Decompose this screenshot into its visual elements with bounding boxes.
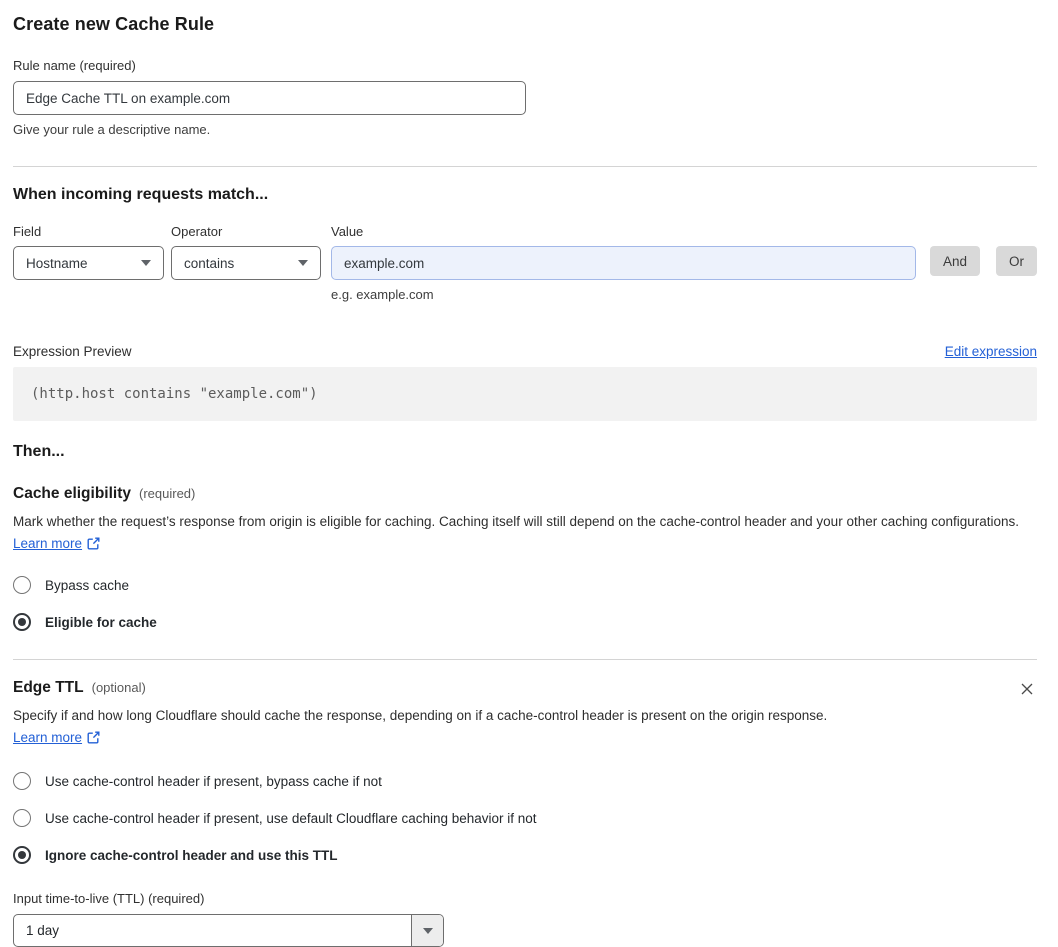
- cache-eligibility-heading: Cache eligibility: [13, 485, 132, 502]
- value-input-text: example.com: [344, 255, 425, 271]
- learn-more-link[interactable]: Learn more: [13, 730, 82, 745]
- chevron-down-icon: [141, 260, 151, 266]
- rule-name-value: Edge Cache TTL on example.com: [26, 90, 231, 106]
- edge-ttl-heading: Edge TTL: [13, 679, 84, 696]
- field-label: Field: [13, 224, 42, 239]
- radio-label: Eligible for cache: [45, 614, 157, 630]
- radio-icon: [13, 809, 31, 827]
- cache-eligibility-required-badge: (required): [139, 486, 196, 501]
- then-heading: Then...: [13, 443, 65, 460]
- page-title: Create new Cache Rule: [13, 14, 215, 34]
- chevron-down-icon: [422, 927, 433, 934]
- edit-expression-link[interactable]: Edit expression: [945, 344, 1037, 359]
- close-icon[interactable]: [1017, 679, 1037, 699]
- match-builder-row: Field Hostname Operator contains Value e…: [13, 224, 1038, 302]
- value-help: e.g. example.com: [331, 287, 434, 302]
- edge-ttl-optional-badge: (optional): [91, 680, 146, 695]
- rule-name-help: Give your rule a descriptive name.: [13, 122, 211, 137]
- radio-label: Use cache-control header if present, use…: [45, 810, 537, 826]
- match-heading: When incoming requests match...: [13, 186, 269, 203]
- divider: [13, 659, 1037, 660]
- edge-ttl-description-text: Specify if and how long Cloudflare shoul…: [13, 708, 828, 723]
- cache-eligibility-description: Mark whether the request’s response from…: [13, 511, 1029, 555]
- radio-use-header-bypass[interactable]: Use cache-control header if present, byp…: [13, 772, 1037, 790]
- or-button[interactable]: Or: [996, 246, 1038, 276]
- and-button[interactable]: And: [929, 246, 981, 276]
- rule-name-label: Rule name (required): [13, 58, 136, 73]
- radio-icon: [13, 576, 31, 594]
- chevron-down-icon: [298, 260, 308, 266]
- field-select-value: Hostname: [26, 255, 88, 271]
- value-input[interactable]: example.com: [331, 246, 916, 280]
- radio-label: Bypass cache: [45, 577, 130, 593]
- radio-icon: [13, 846, 31, 864]
- radio-icon: [13, 613, 31, 631]
- operator-select[interactable]: contains: [171, 246, 321, 280]
- expression-code-block: (http.host contains "example.com"): [13, 367, 1037, 421]
- expression-preview-label: Expression Preview: [13, 344, 132, 359]
- radio-label: Use cache-control header if present, byp…: [45, 773, 382, 789]
- expression-code: (http.host contains "example.com"): [31, 386, 318, 402]
- external-link-icon: [87, 537, 100, 550]
- operator-label: Operator: [171, 224, 223, 239]
- ttl-label: Input time-to-live (TTL) (required): [13, 891, 205, 906]
- radio-eligible-for-cache[interactable]: Eligible for cache: [13, 613, 1037, 631]
- edge-ttl-description: Specify if and how long Cloudflare shoul…: [13, 705, 843, 749]
- learn-more-link[interactable]: Learn more: [13, 536, 82, 551]
- divider: [13, 166, 1037, 167]
- field-select[interactable]: Hostname: [13, 246, 164, 280]
- radio-icon: [13, 772, 31, 790]
- radio-bypass-cache[interactable]: Bypass cache: [13, 576, 1037, 594]
- operator-select-value: contains: [184, 255, 235, 271]
- ttl-select[interactable]: 1 day: [13, 914, 444, 947]
- rule-name-input[interactable]: Edge Cache TTL on example.com: [13, 81, 526, 115]
- radio-use-header-default[interactable]: Use cache-control header if present, use…: [13, 809, 1037, 827]
- radio-ignore-header-use-ttl[interactable]: Ignore cache-control header and use this…: [13, 846, 1037, 864]
- value-label: Value: [331, 224, 364, 239]
- ttl-select-value: 1 day: [26, 923, 60, 938]
- cache-eligibility-description-text: Mark whether the request’s response from…: [13, 514, 1020, 529]
- radio-label: Ignore cache-control header and use this…: [45, 847, 338, 863]
- external-link-icon: [87, 731, 100, 744]
- ttl-select-caret-button[interactable]: [411, 915, 443, 946]
